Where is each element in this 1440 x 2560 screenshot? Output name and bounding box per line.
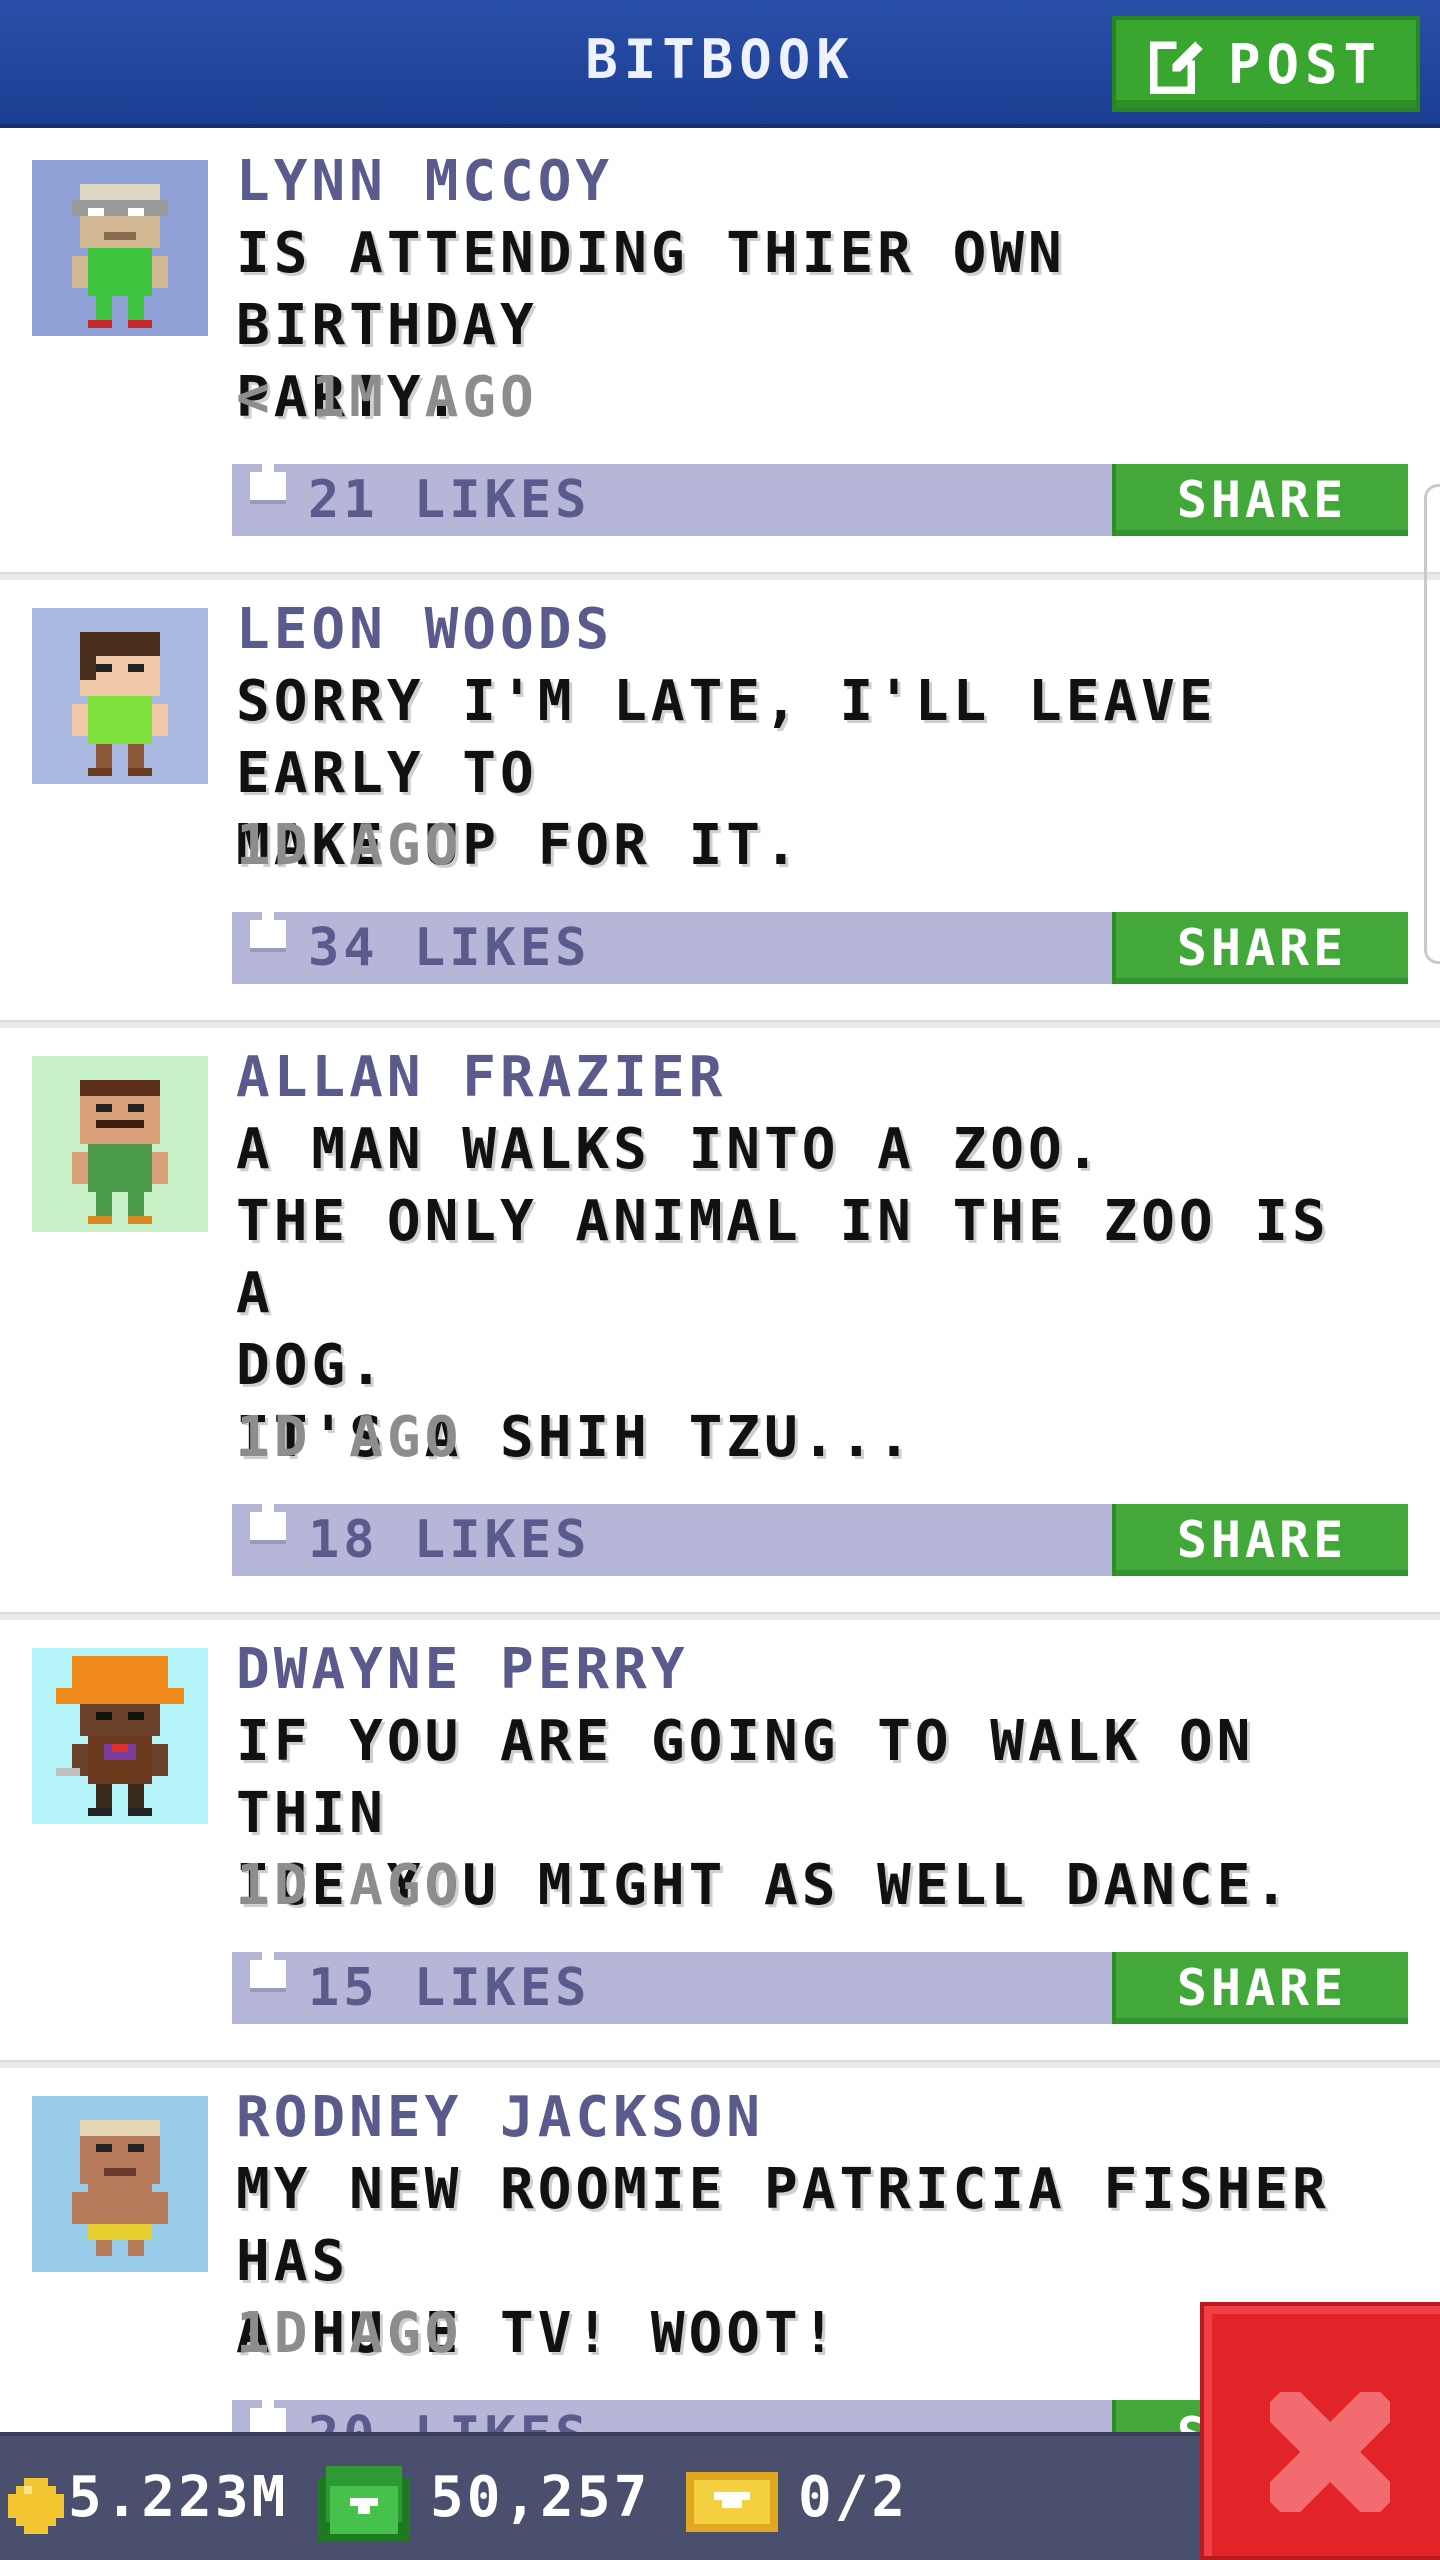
avatar[interactable] <box>32 608 208 784</box>
news-feed[interactable]: LYNN MCCOY IS ATTENDING THIER OWN BIRTHD… <box>0 132 1440 2508</box>
bux-icon <box>318 2466 410 2542</box>
close-button[interactable] <box>1200 2302 1440 2560</box>
post-timestamp: 1D AGO <box>236 1405 463 1470</box>
bitizen-avatar-icon <box>32 1648 208 1824</box>
post-author[interactable]: LEON WOODS <box>236 594 613 666</box>
post-divider <box>0 1612 1440 1620</box>
ticket-count: 0/2 <box>798 2465 909 2530</box>
coin-icon <box>8 2478 64 2534</box>
scroll-indicator[interactable] <box>1424 484 1440 964</box>
like-count: 15 LIKES <box>308 1958 591 2018</box>
like-count: 18 LIKES <box>308 1510 591 1570</box>
thumbs-up-icon <box>250 1936 286 1992</box>
like-bar[interactable]: 34 LIKES SHARE <box>232 896 1408 984</box>
bitizen-avatar-icon <box>32 2096 208 2272</box>
thumbs-up-icon <box>250 448 286 504</box>
feed-post: LYNN MCCOY IS ATTENDING THIER OWN BIRTHD… <box>0 132 1440 572</box>
avatar[interactable] <box>32 1648 208 1824</box>
post-timestamp: 1D AGO <box>236 2301 463 2366</box>
thumbs-up-icon <box>250 1488 286 1544</box>
feed-post: DWAYNE PERRY IF YOU ARE GOING TO WALK ON… <box>0 1620 1440 2060</box>
bux-balance: 50,257 <box>430 2465 651 2530</box>
bitizen-avatar-icon <box>32 608 208 784</box>
post-divider <box>0 2060 1440 2068</box>
post-author[interactable]: ALLAN FRAZIER <box>236 1042 726 1114</box>
coin-balance: 5.223M <box>68 2465 289 2530</box>
share-button[interactable]: SHARE <box>1112 464 1408 536</box>
avatar[interactable] <box>32 160 208 336</box>
post-author[interactable]: DWAYNE PERRY <box>236 1634 689 1706</box>
post-timestamp: 1D AGO <box>236 1853 463 1918</box>
share-button[interactable]: SHARE <box>1112 1504 1408 1576</box>
thumbs-up-icon <box>250 896 286 952</box>
post-timestamp: 1D AGO <box>236 813 463 878</box>
feed-post: ALLAN FRAZIER A MAN WALKS INTO A ZOO. TH… <box>0 1028 1440 1612</box>
bitizen-avatar-icon <box>32 160 208 336</box>
share-button[interactable]: SHARE <box>1112 1952 1408 2024</box>
post-divider <box>0 572 1440 580</box>
post-author[interactable]: LYNN MCCOY <box>236 146 613 218</box>
post-button[interactable]: POST <box>1112 16 1420 112</box>
avatar[interactable] <box>32 1056 208 1232</box>
like-bar[interactable]: 15 LIKES SHARE <box>232 1936 1408 2024</box>
like-bar[interactable]: 21 LIKES SHARE <box>232 448 1408 536</box>
close-icon <box>1270 2392 1390 2512</box>
post-button-label: POST <box>1227 32 1383 96</box>
like-count: 21 LIKES <box>308 470 591 530</box>
compose-icon <box>1149 37 1207 94</box>
app-header: BITBOOK POST <box>0 0 1440 128</box>
avatar[interactable] <box>32 2096 208 2272</box>
like-bar[interactable]: 18 LIKES SHARE <box>232 1488 1408 1576</box>
post-timestamp: < 1M AGO <box>236 365 538 430</box>
share-button[interactable]: SHARE <box>1112 912 1408 984</box>
post-author[interactable]: RODNEY JACKSON <box>236 2082 764 2154</box>
like-count: 34 LIKES <box>308 918 591 978</box>
bitizen-avatar-icon <box>32 1056 208 1232</box>
post-divider <box>0 1020 1440 1028</box>
ticket-icon <box>686 2472 778 2532</box>
feed-post: LEON WOODS SORRY I'M LATE, I'LL LEAVE EA… <box>0 580 1440 1020</box>
